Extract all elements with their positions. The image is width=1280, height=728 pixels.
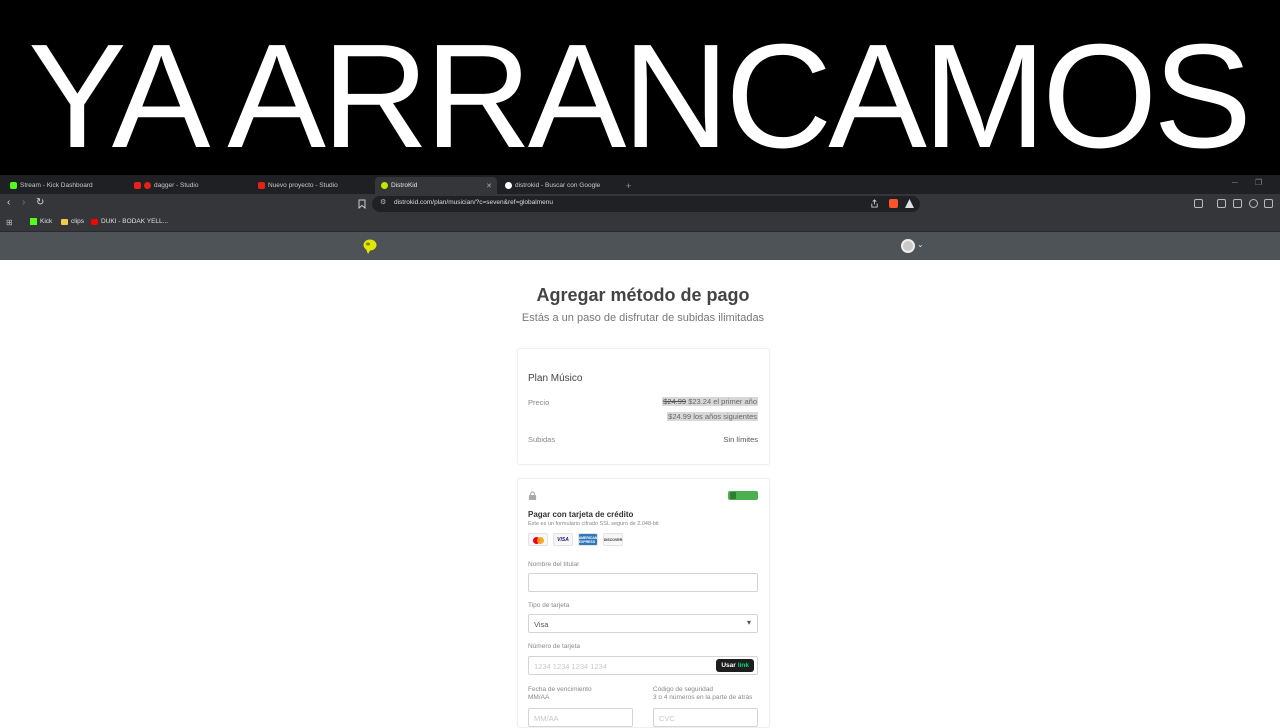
youtube-icon <box>91 218 98 225</box>
kick-icon <box>10 182 17 189</box>
page-subtitle: Estás a un paso de disfrutar de subidas … <box>521 312 765 324</box>
tab-google-search[interactable]: distrokid - Buscar con Google <box>499 177 624 194</box>
banner-text: YA ARRANCAMOS <box>28 14 1252 179</box>
payment-form-card: Pagar con tarjeta de crédito Este es un … <box>517 478 770 728</box>
bookmark-icon[interactable] <box>358 199 366 209</box>
visa-icon: VISA <box>553 533 573 546</box>
chevron-down-icon[interactable]: ⌄ <box>917 240 924 249</box>
holder-label: Nombre del titular <box>528 561 580 568</box>
tab-label: dagger - Studio <box>154 182 199 189</box>
restore-icon[interactable]: ❐ <box>1255 178 1262 187</box>
back-icon[interactable]: ‹ <box>7 197 10 208</box>
vpn-icon[interactable] <box>1249 199 1258 208</box>
lock-icon <box>528 491 537 500</box>
tab-distrokid[interactable]: DistroKid ✕ <box>375 177 497 194</box>
payment-title: Pagar con tarjeta de crédito <box>528 510 634 519</box>
amex-icon: AMERICAN EXPRESS <box>578 533 598 546</box>
url-text: distrokid.com/plan/musician/?c=seven&ref… <box>394 199 553 206</box>
apps-icon[interactable]: ⊞ <box>6 218 13 227</box>
share-icon[interactable] <box>870 199 879 208</box>
address-bar[interactable]: ⚙ distrokid.com/plan/musician/?c=seven&r… <box>372 196 920 212</box>
forward-icon[interactable]: › <box>22 197 25 208</box>
cvc-placeholder: CVC <box>659 714 675 723</box>
bookmark-kick[interactable]: Kick <box>30 218 52 225</box>
cardholder-name-input[interactable] <box>528 573 758 592</box>
expiry-placeholder: MM/AA <box>534 714 559 723</box>
first-year-text: $23.24 el primer año <box>688 397 757 406</box>
tab-dagger-studio[interactable]: dagger - Studio <box>128 177 248 194</box>
tab-kick-dashboard[interactable]: Stream - Kick Dashboard <box>4 177 124 194</box>
tab-label: DistroKid <box>391 182 418 189</box>
link-button-prefix: Usar <box>721 662 736 669</box>
bookmark-clips[interactable]: clips <box>61 218 84 225</box>
sidebar-icon[interactable] <box>1217 199 1226 208</box>
card-number-placeholder: 1234 1234 1234 1234 <box>534 662 607 671</box>
following-years-price: $24.99 los años siguientes <box>667 412 758 421</box>
uploads-label: Subidas <box>528 435 556 444</box>
ssl-note: Este es un formulario cifrado SSL seguro… <box>528 521 659 527</box>
browser-tab-bar: Stream - Kick Dashboard dagger - Studio … <box>0 175 1280 194</box>
youtube-studio-icon <box>258 182 265 189</box>
reload-icon[interactable]: ↻ <box>36 197 44 208</box>
minimize-icon[interactable]: ─ <box>1232 178 1238 187</box>
tab-label: Nuevo proyecto - Studio <box>268 182 338 189</box>
reading-list-icon[interactable] <box>1194 199 1203 208</box>
new-tab-button[interactable]: + <box>622 177 638 194</box>
extensions-icon[interactable] <box>1264 199 1273 208</box>
page-title: Agregar método de pago <box>536 285 750 305</box>
wallet-icon[interactable] <box>1233 199 1242 208</box>
expiry-sublabel: MM/AA <box>528 694 550 701</box>
cvc-label: Código de seguridad <box>653 686 713 693</box>
google-icon <box>505 182 512 189</box>
kick-icon <box>30 218 37 225</box>
first-year-price: $24.99 $23.24 el primer año <box>662 397 758 406</box>
bookmark-label: Kick <box>40 218 53 225</box>
close-tab-icon[interactable]: ✕ <box>486 182 492 190</box>
plan-summary-card: Plan Músico Precio $24.99 $23.24 el prim… <box>517 348 770 465</box>
stream-banner: YA ARRANCAMOS <box>0 0 1280 175</box>
uploads-value: Sin límites <box>723 435 758 444</box>
plan-name: Plan Músico <box>528 373 583 384</box>
browser-toolbar: ‹ › ↻ ⚙ distrokid.com/plan/musician/?c=s… <box>0 194 1280 214</box>
use-link-button[interactable]: Usar link <box>716 659 754 672</box>
avatar[interactable] <box>901 239 915 253</box>
cvc-sublabel: 3 o 4 números en la parte de atrás <box>653 694 753 701</box>
expiry-input[interactable]: MM/AA <box>528 708 633 727</box>
distrokid-logo-icon[interactable] <box>362 238 378 254</box>
tab-nuevo-proyecto[interactable]: Nuevo proyecto - Studio <box>252 177 372 194</box>
tab-label: distrokid - Buscar con Google <box>515 182 601 189</box>
distrokid-icon <box>381 182 388 189</box>
folder-icon <box>61 218 68 225</box>
tab-label: Stream - Kick Dashboard <box>20 182 93 189</box>
bookmark-label: DUKI - BODAK YELL... <box>101 218 169 225</box>
link-brand: link <box>737 662 749 669</box>
bookmark-duki[interactable]: DUKI - BODAK YELL... <box>91 218 168 225</box>
brave-rewards-icon[interactable] <box>905 199 914 208</box>
mastercard-icon <box>528 533 548 546</box>
distrokid-header: ⌄ <box>0 232 1280 260</box>
card-number-input[interactable]: 1234 1234 1234 1234 Usar link <box>528 656 758 675</box>
price-label: Precio <box>528 398 550 407</box>
bookmark-label: clips <box>71 218 85 225</box>
brave-shields-icon[interactable] <box>889 199 898 208</box>
discover-icon: DISCOVER <box>603 533 623 546</box>
youtube-studio-icon <box>134 182 141 189</box>
recording-icon <box>144 182 151 189</box>
card-number-label: Número de tarjeta <box>528 643 581 650</box>
payment-page: Agregar método de pago Estás a un paso d… <box>0 260 1280 728</box>
bookmarks-bar: ⊞ Kick clips DUKI - BODAK YELL... <box>0 214 1280 232</box>
site-settings-icon[interactable]: ⚙ <box>380 198 386 206</box>
ssl-secure-badge-icon <box>728 491 758 500</box>
old-price: $24.99 <box>663 397 687 406</box>
cvc-input[interactable]: CVC <box>653 708 758 727</box>
expiry-label: Fecha de vencimiento <box>528 686 592 693</box>
card-type-value: Visa <box>534 620 549 629</box>
dropdown-arrow-icon: ▾ <box>746 618 751 627</box>
card-type-label: Tipo de tarjeta <box>528 602 570 609</box>
card-type-select[interactable]: Visa ▾ <box>528 614 758 633</box>
